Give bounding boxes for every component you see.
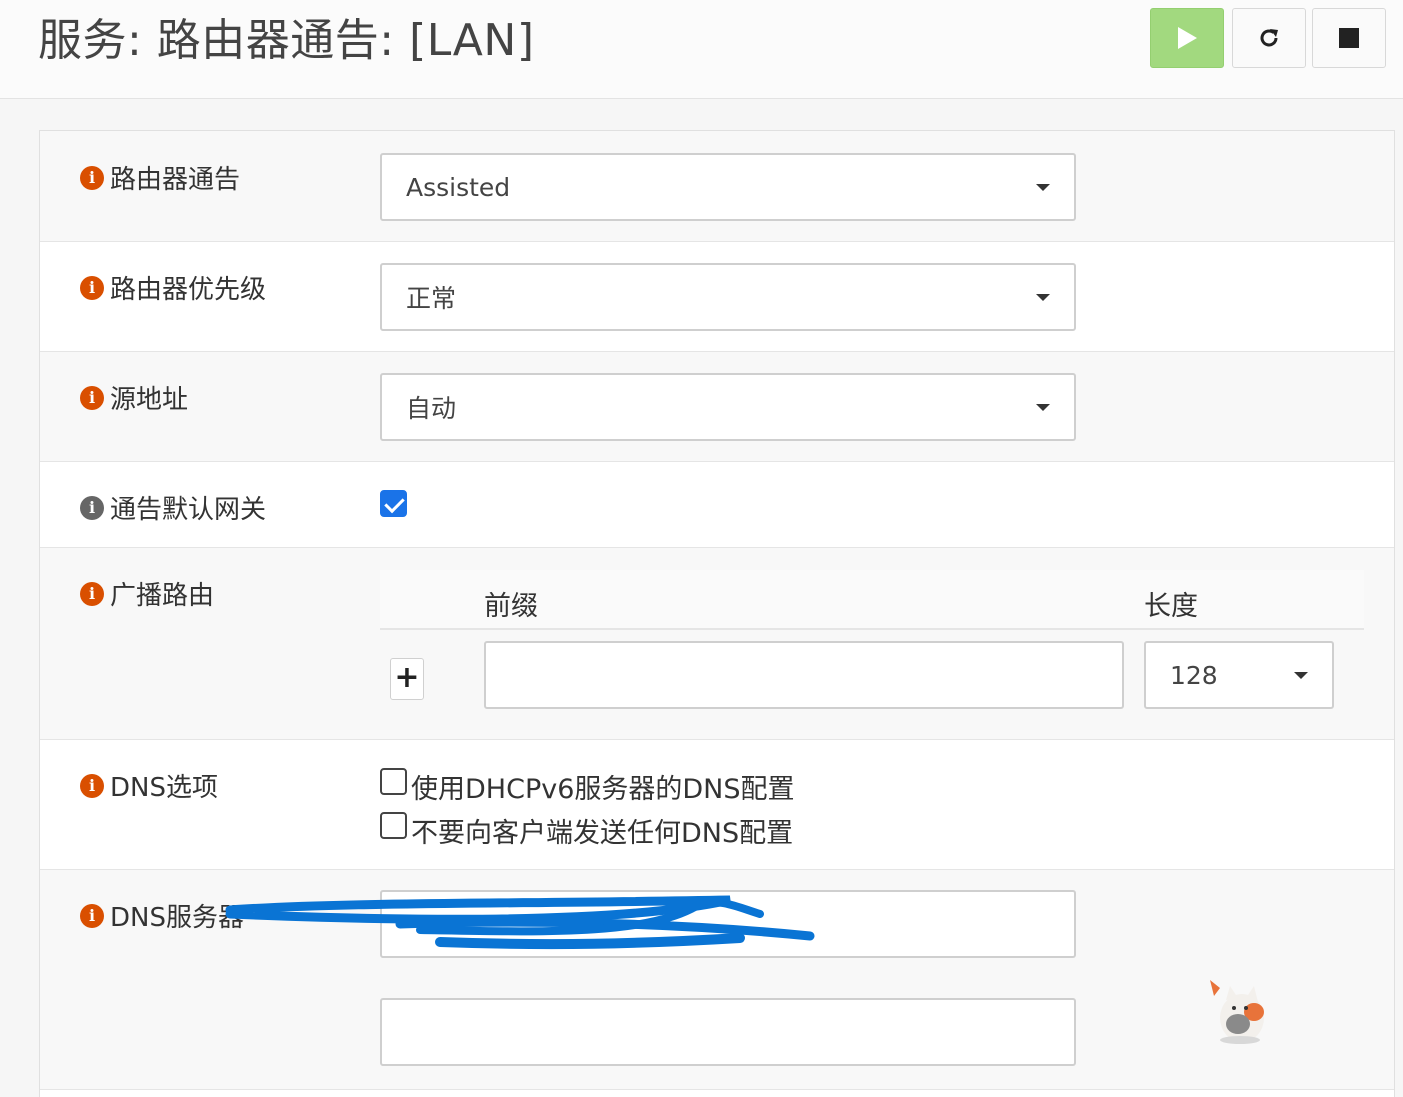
dns-no-config-label: 不要向客户端发送任何DNS配置 <box>411 818 794 849</box>
start-service-button[interactable] <box>1150 8 1224 68</box>
dns-server-input-2[interactable] <box>380 998 1076 1066</box>
info-icon[interactable]: i <box>80 275 104 300</box>
dns-use-dhcpv6-checkbox[interactable] <box>380 768 407 795</box>
router-priority-label: i 路由器优先级 <box>80 269 266 306</box>
stop-icon <box>1339 28 1359 48</box>
caret-down-icon <box>1036 404 1050 411</box>
info-icon[interactable]: i <box>80 903 104 928</box>
add-route-button[interactable]: + <box>390 658 424 700</box>
row-default-gateway: i 通告默认网关 <box>40 462 1394 548</box>
row-router-advertisements: i 路由器通告 Assisted <box>40 131 1394 242</box>
row-source-address: i 源地址 自动 <box>40 352 1394 462</box>
caret-down-icon <box>1036 184 1050 191</box>
default-gateway-checkbox[interactable] <box>380 490 407 517</box>
info-icon[interactable]: i <box>80 165 104 190</box>
row-advertise-routes: i 广播路由 前缀 长度 + 128 <box>40 548 1394 740</box>
router-priority-select[interactable]: 正常 <box>380 263 1076 331</box>
cat-mascot-icon <box>1210 980 1264 1044</box>
dns-options-label: i DNS选项 <box>80 767 218 804</box>
column-prefix: 前缀 <box>484 591 538 622</box>
stop-service-button[interactable] <box>1312 8 1386 68</box>
caret-down-icon <box>1294 672 1308 679</box>
column-length: 长度 <box>1144 591 1198 622</box>
refresh-icon <box>1260 29 1278 47</box>
router-advertisements-select[interactable]: Assisted <box>380 153 1076 221</box>
router-advertisements-label: i 路由器通告 <box>80 159 240 196</box>
caret-down-icon <box>1036 294 1050 301</box>
dns-use-dhcpv6-label: 使用DHCPv6服务器的DNS配置 <box>411 774 795 805</box>
routes-table-header: 前缀 长度 <box>380 570 1364 630</box>
restart-service-button[interactable] <box>1232 8 1306 68</box>
info-icon[interactable]: i <box>80 773 104 798</box>
info-icon[interactable]: i <box>80 495 104 520</box>
route-length-select[interactable]: 128 <box>1144 641 1334 709</box>
info-icon[interactable]: i <box>80 581 104 606</box>
source-address-select[interactable]: 自动 <box>380 373 1076 441</box>
route-prefix-input[interactable] <box>484 641 1124 709</box>
play-icon <box>1178 27 1197 49</box>
redaction-scribble <box>225 895 815 950</box>
default-gateway-label: i 通告默认网关 <box>80 489 266 526</box>
dns-no-config-checkbox[interactable] <box>380 812 407 839</box>
page-title: 服务: 路由器通告: [LAN] <box>38 15 535 66</box>
advertise-routes-label: i 广播路由 <box>80 575 214 612</box>
row-router-priority: i 路由器优先级 正常 <box>40 242 1394 352</box>
page-header: 服务: 路由器通告: [LAN] <box>0 0 1403 99</box>
source-address-label: i 源地址 <box>80 379 188 416</box>
info-icon[interactable]: i <box>80 385 104 410</box>
row-dns-options: i DNS选项 使用DHCPv6服务器的DNS配置 不要向客户端发送任何DNS配… <box>40 740 1394 870</box>
